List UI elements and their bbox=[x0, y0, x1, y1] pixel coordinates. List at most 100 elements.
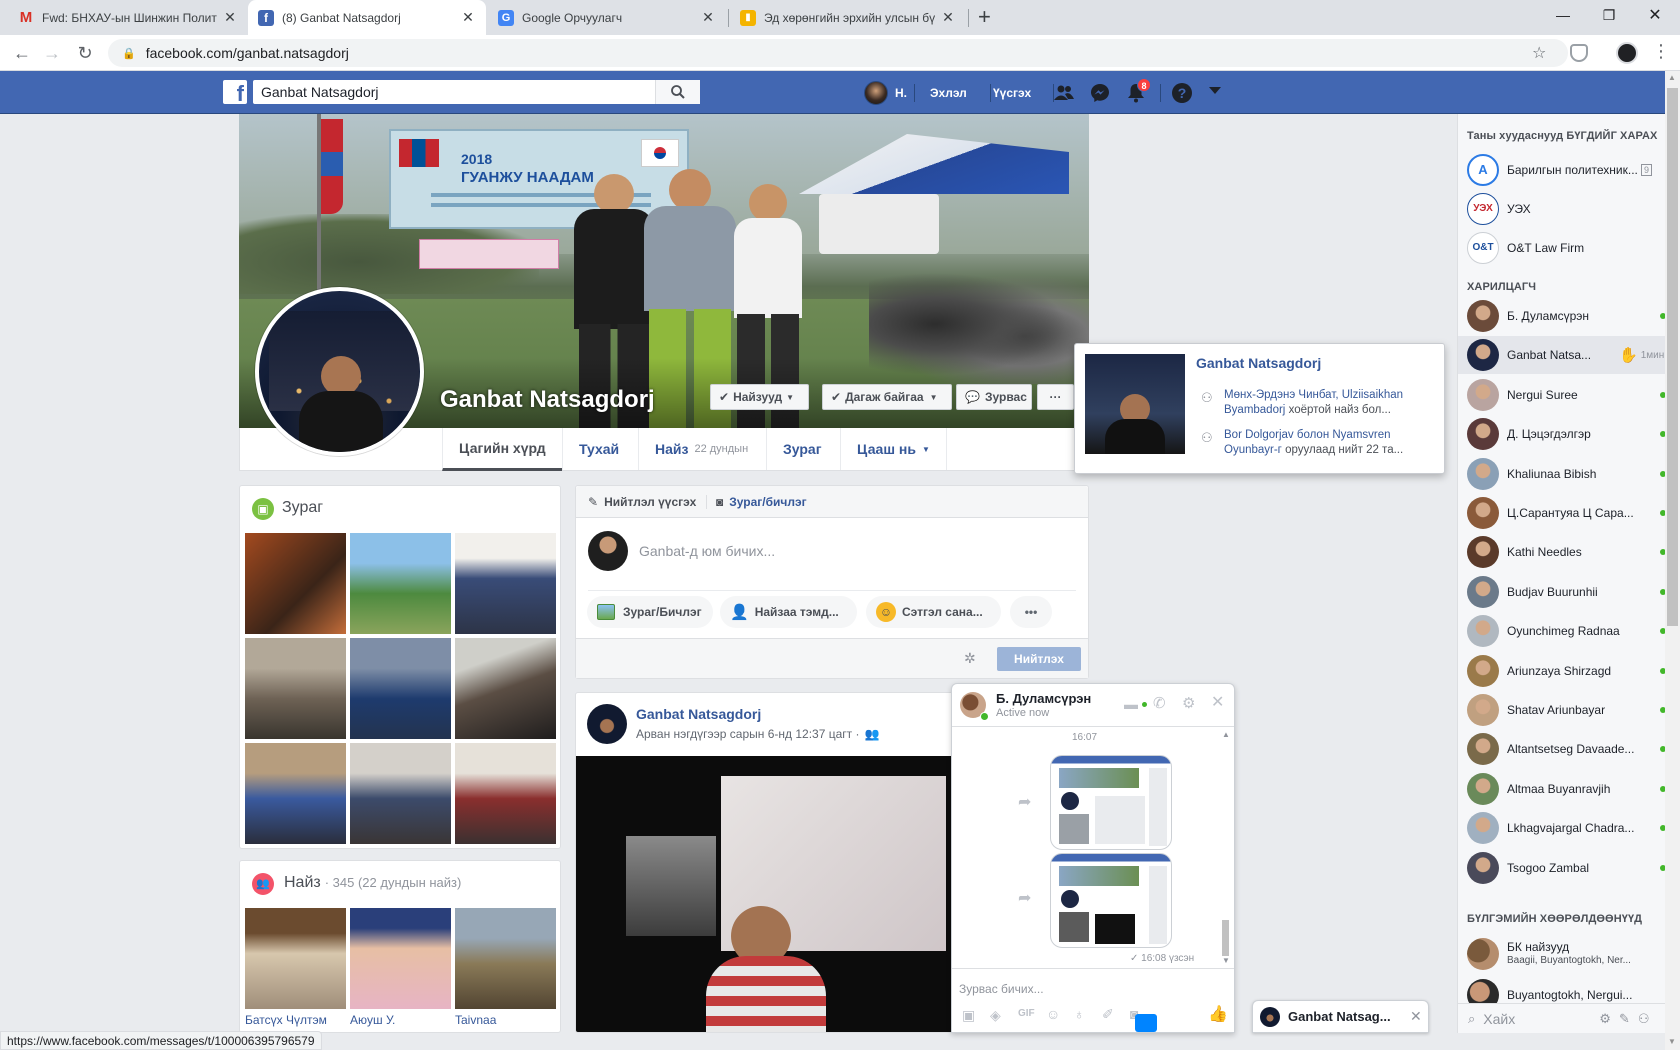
minimize-window-icon[interactable]: — bbox=[1540, 0, 1586, 30]
friend-requests-icon[interactable] bbox=[1054, 83, 1074, 103]
search-icon[interactable] bbox=[655, 80, 700, 104]
chat-contact-name[interactable]: Б. Дуламсүрэн bbox=[996, 691, 1091, 706]
contact-item[interactable]: Б. Дуламсүрэн bbox=[1458, 297, 1666, 335]
help-icon[interactable]: ? bbox=[1172, 83, 1192, 103]
create-group-icon[interactable]: ⚇ bbox=[1638, 1011, 1650, 1027]
contact-item[interactable]: Altantsetseg Davaade... bbox=[1458, 730, 1666, 768]
settings-gear-icon[interactable]: ⚙ bbox=[1599, 1011, 1611, 1027]
avatar[interactable] bbox=[587, 704, 627, 744]
forward-message-icon[interactable]: ➦ bbox=[1018, 792, 1031, 812]
close-chat-icon[interactable]: ✕ bbox=[1410, 1008, 1422, 1025]
page-item[interactable]: O&T O&T Law Firm bbox=[1458, 229, 1666, 267]
fb-search-input[interactable]: Ganbat Natsagdorj bbox=[253, 80, 700, 104]
chat-image-message[interactable] bbox=[1050, 853, 1172, 948]
browser-tab-gmail[interactable]: M Fwd: БНХАУ-ын Шинжин Полит ✕ bbox=[8, 0, 248, 35]
tab-friends[interactable]: Найз 22 дундын bbox=[638, 428, 764, 470]
photo-thumbnail[interactable] bbox=[350, 743, 451, 844]
hovercard-name[interactable]: Ganbat Natsagdorj bbox=[1196, 355, 1321, 371]
tag-friends-button[interactable]: 👤 Найзаа тэмд... bbox=[720, 596, 857, 628]
minimized-chat-tab[interactable]: Ganbat Natsag... ✕ bbox=[1252, 1000, 1429, 1033]
notifications-icon[interactable]: 8 bbox=[1126, 78, 1151, 103]
hovercard-photo[interactable] bbox=[1085, 354, 1185, 454]
close-tab-icon[interactable]: ✕ bbox=[700, 9, 716, 26]
create-link[interactable]: Үүсгэх bbox=[993, 71, 1031, 114]
chat-search-input[interactable]: Хайх bbox=[1483, 1011, 1593, 1027]
bookmark-star-icon[interactable]: ☆ bbox=[1532, 43, 1546, 63]
contact-item[interactable]: Д. Цэцэгдэлгэр bbox=[1458, 415, 1666, 453]
photo-thumbnail[interactable] bbox=[455, 533, 556, 634]
friends-card-title[interactable]: Найз · 345 (22 дундын найз) bbox=[284, 874, 461, 892]
tab-timeline[interactable]: Цагийн хүрд bbox=[442, 428, 562, 471]
game-icon[interactable]: ♁ bbox=[1074, 1006, 1085, 1022]
contact-item[interactable]: Ganbat Natsa... ✋ 1мин bbox=[1458, 336, 1666, 375]
photo-video-button[interactable]: Зураг/Бичлэг bbox=[587, 596, 713, 628]
page-item[interactable]: A Барилгын политехник... 9 bbox=[1458, 151, 1666, 189]
menu-dots-icon[interactable]: ⋮ bbox=[1652, 41, 1670, 62]
close-chat-icon[interactable]: ✕ bbox=[1211, 692, 1224, 712]
home-link[interactable]: Эхлэл bbox=[930, 71, 967, 114]
contact-item[interactable]: Oyunchimeg Radnaa bbox=[1458, 612, 1666, 650]
chat-scrollbar[interactable]: ▲ ▼ bbox=[1220, 730, 1230, 965]
photo-thumbnail[interactable] bbox=[350, 638, 451, 739]
attach-photo-icon[interactable]: ▣ bbox=[962, 1007, 975, 1024]
friend-photo[interactable] bbox=[455, 908, 556, 1009]
close-window-icon[interactable]: ✕ bbox=[1632, 0, 1678, 30]
reload-icon[interactable]: ↻ bbox=[71, 39, 99, 67]
contact-item[interactable]: Khaliunaa Bibish bbox=[1458, 455, 1666, 493]
publish-button[interactable]: Нийтлэх bbox=[997, 647, 1081, 671]
more-composer-options[interactable]: ••• bbox=[1010, 596, 1052, 628]
privacy-settings-icon[interactable]: ✲ bbox=[964, 650, 976, 667]
like-thumb-icon[interactable]: 👍 bbox=[1208, 1004, 1228, 1024]
wave-icon[interactable]: ✋ bbox=[1619, 346, 1638, 364]
feeling-button[interactable]: ☺ Сэтгэл сана... bbox=[866, 596, 1001, 628]
message-button[interactable]: 💬 Зурвас bbox=[956, 384, 1032, 410]
friend-photo[interactable] bbox=[245, 908, 346, 1009]
browser-tab-translate[interactable]: G Google Орчуулагч ✕ bbox=[488, 0, 726, 35]
facebook-logo-icon[interactable]: f bbox=[223, 80, 247, 104]
photo-thumbnail[interactable] bbox=[245, 743, 346, 844]
contact-item[interactable]: Tsogoo Zambal bbox=[1458, 849, 1666, 887]
close-tab-icon[interactable]: ✕ bbox=[460, 9, 476, 26]
photo-thumbnail[interactable] bbox=[245, 533, 346, 634]
forward-message-icon[interactable]: ➦ bbox=[1018, 888, 1031, 908]
following-button[interactable]: ✔ Дагаж байгаа ▼ bbox=[822, 384, 952, 410]
tab-photos[interactable]: Зураг bbox=[766, 428, 838, 470]
contact-item[interactable]: Kathi Needles bbox=[1458, 533, 1666, 571]
composer-input[interactable]: Ganbat-д юм бичих... bbox=[639, 543, 1069, 559]
chat-message-input[interactable]: Зурвас бичих... bbox=[959, 982, 1044, 996]
contact-item[interactable]: Nergui Suree bbox=[1458, 376, 1666, 414]
attach-file-icon[interactable]: ✐ bbox=[1102, 1006, 1114, 1023]
browser-tab-facebook[interactable]: f (8) Ganbat Natsagdorj ✕ bbox=[248, 0, 486, 35]
page-item[interactable]: УЭХ УЭХ bbox=[1458, 190, 1666, 228]
friend-name[interactable]: Аюуш У. bbox=[350, 1013, 395, 1027]
photo-thumbnail[interactable] bbox=[455, 638, 556, 739]
photo-thumbnail[interactable] bbox=[350, 533, 451, 634]
account-dropdown-icon[interactable] bbox=[1209, 87, 1221, 94]
page-scrollbar[interactable]: ▲ ▼ bbox=[1665, 71, 1680, 1050]
address-bar[interactable]: 🔒 facebook.com/ganbat.natsagdorj ☆ bbox=[108, 39, 1568, 67]
new-tab-icon[interactable]: + bbox=[978, 6, 991, 28]
browser-tab-document[interactable]: ▮ Эд хөрөнгийн эрхийн улсын бү ✕ bbox=[730, 0, 966, 35]
tab-photo-video[interactable]: ◙ Зураг/бичлэг bbox=[716, 486, 807, 518]
friends-button[interactable]: ✔ Найзууд ▼ bbox=[710, 384, 809, 410]
contact-item[interactable]: Budjav Buurunhii bbox=[1458, 573, 1666, 611]
pages-header[interactable]: Таны хуудаснууд БҮГДИЙГ ХАРАХ bbox=[1467, 130, 1658, 142]
new-message-icon[interactable]: ✎ bbox=[1619, 1011, 1630, 1027]
tab-create-post[interactable]: ✎ Нийтлэл үүсгэх bbox=[588, 486, 696, 518]
close-tab-icon[interactable]: ✕ bbox=[222, 9, 238, 26]
forward-icon[interactable]: → bbox=[38, 39, 66, 67]
contact-item[interactable]: Lkhagvajargal Chadra... bbox=[1458, 809, 1666, 847]
back-icon[interactable]: ← bbox=[8, 39, 36, 67]
photos-card-title[interactable]: Зураг bbox=[282, 499, 323, 517]
tab-about[interactable]: Тухай bbox=[562, 428, 635, 470]
contact-item[interactable]: Shatav Ariunbayar bbox=[1458, 691, 1666, 729]
extension-shield-icon[interactable] bbox=[1570, 44, 1588, 62]
close-tab-icon[interactable]: ✕ bbox=[940, 9, 956, 26]
post-timestamp[interactable]: Арван нэгдүгээр сарын 6-нд 12:37 цагт · 👥 bbox=[636, 727, 879, 741]
more-options-button[interactable]: ··· bbox=[1037, 384, 1074, 410]
contact-item[interactable]: Ц.Сарантуяа Ц Сара... bbox=[1458, 494, 1666, 532]
photo-thumbnail[interactable] bbox=[245, 638, 346, 739]
gif-icon[interactable]: GIF bbox=[1018, 1008, 1035, 1019]
photo-thumbnail[interactable] bbox=[455, 743, 556, 844]
user-profile-link[interactable]: Н. bbox=[864, 71, 907, 114]
